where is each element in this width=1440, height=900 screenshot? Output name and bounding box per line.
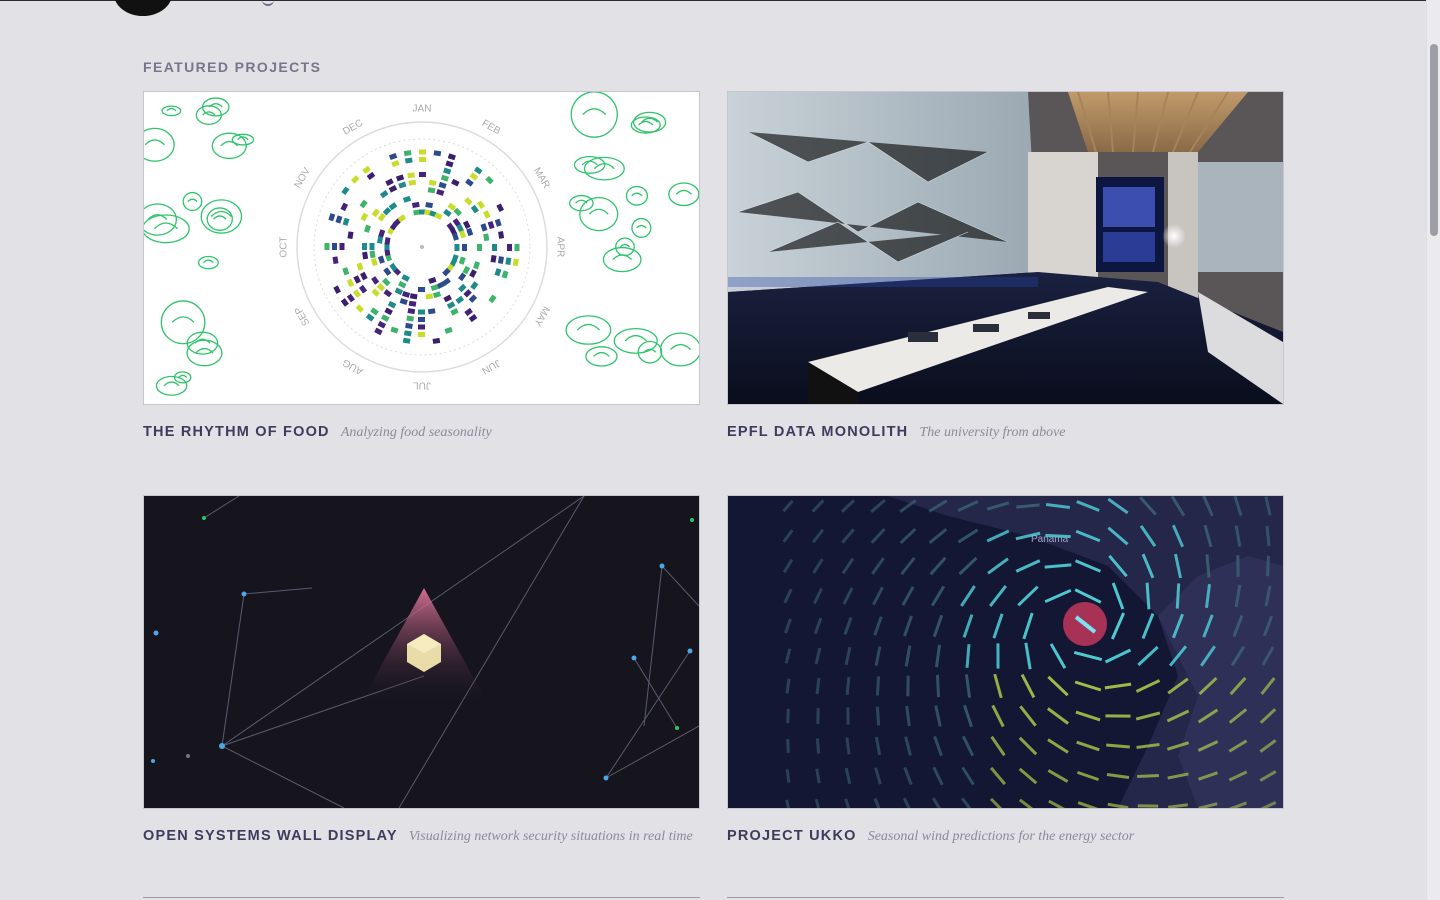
month-label: SEP: [293, 304, 313, 327]
section-title: FEATURED PROJECTS: [143, 59, 322, 75]
month-label: JAN: [413, 104, 432, 115]
project-thumbnail[interactable]: [727, 91, 1284, 405]
project-card-rhythm-of-food[interactable]: JAN FEB MAR APR MAY JUN JUL AUG SEP OCT NOV DEC THE…: [143, 91, 700, 441]
month-label: NOV: [292, 166, 313, 191]
project-title[interactable]: THE RHYTHM OF FOOD: [143, 424, 330, 440]
project-caption: PROJECT UKKO Seasonal wind predictions f…: [727, 825, 1284, 845]
project-card-epfl-data-monolith[interactable]: EPFL DATA MONOLITH The university from a…: [727, 91, 1284, 441]
month-label: JUL: [413, 379, 431, 390]
project-subtitle: The university from above: [919, 425, 1066, 440]
project-thumbnail[interactable]: JAN FEB MAR APR MAY JUN JUL AUG SEP OCT NOV DEC: [143, 91, 700, 405]
project-thumbnail[interactable]: [143, 495, 700, 809]
project-subtitle: Seasonal wind predictions for the energy…: [867, 829, 1135, 844]
project-subtitle: Visualizing network security situations …: [408, 829, 693, 844]
project-title[interactable]: OPEN SYSTEMS WALL DISPLAY: [143, 828, 398, 844]
top-border: [0, 0, 1440, 1]
project-subtitle: Analyzing food seasonality: [340, 425, 492, 440]
project-card-open-systems[interactable]: OPEN SYSTEMS WALL DISPLAY Visualizing ne…: [143, 495, 700, 845]
month-label: APR: [554, 237, 565, 258]
project-caption: EPFL DATA MONOLITH The university from a…: [727, 421, 1284, 441]
project-card-project-ukko[interactable]: Panama PROJECT UKKO Seasonal wind predic…: [727, 495, 1284, 845]
month-label: MAR: [531, 166, 552, 191]
month-label: MAY: [531, 304, 551, 328]
wind-prediction-map-image: Panama: [728, 496, 1283, 808]
logo-wordmark-fragment: [262, 0, 274, 6]
project-title[interactable]: EPFL DATA MONOLITH: [727, 424, 908, 440]
month-label: AUG: [341, 356, 365, 376]
month-label: DEC: [341, 118, 365, 138]
food-seasonality-radial-image: JAN FEB MAR APR MAY JUN JUL AUG SEP OCT NOV DEC: [144, 92, 699, 396]
vertical-scrollbar[interactable]: [1426, 0, 1440, 900]
project-thumbnail[interactable]: Panama: [727, 495, 1284, 809]
project-caption: THE RHYTHM OF FOOD Analyzing food season…: [143, 421, 700, 441]
scrollbar-thumb[interactable]: [1430, 44, 1438, 236]
logo-icon[interactable]: [114, 0, 172, 16]
month-label: JUN: [480, 357, 502, 376]
exhibition-room-photo: [728, 92, 1283, 404]
network-graph-image: [144, 496, 699, 808]
project-caption: OPEN SYSTEMS WALL DISPLAY Visualizing ne…: [143, 825, 700, 845]
month-label: OCT: [279, 236, 290, 257]
project-title[interactable]: PROJECT UKKO: [727, 828, 857, 844]
month-label: FEB: [480, 118, 503, 137]
